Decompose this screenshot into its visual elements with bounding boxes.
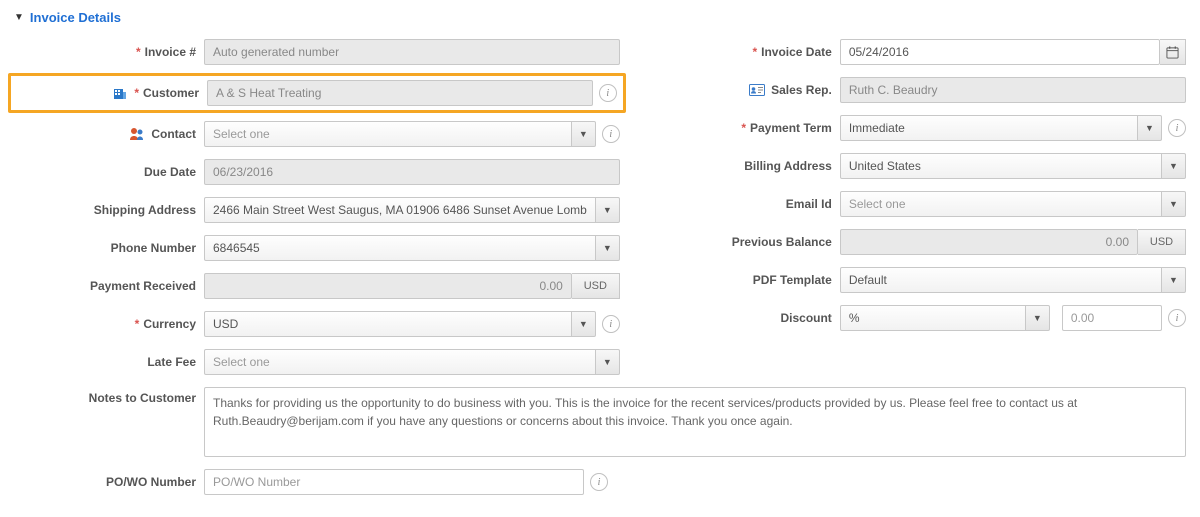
info-icon[interactable]: i	[602, 125, 620, 143]
info-icon[interactable]: i	[602, 315, 620, 333]
sales-rep-field: Ruth C. Beaudry	[840, 77, 1186, 103]
label-late-fee: Late Fee	[14, 355, 204, 369]
dropdown-icon[interactable]: ▼	[572, 311, 596, 337]
customer-field[interactable]: A & S Heat Treating	[207, 80, 593, 106]
row-pdf-template: PDF Template Default ▼	[650, 267, 1186, 293]
label-billing: Billing Address	[650, 159, 840, 173]
info-icon[interactable]: i	[599, 84, 617, 102]
shipping-select[interactable]: 2466 Main Street West Saugus, MA 01906 6…	[204, 197, 620, 223]
row-late-fee: Late Fee Select one ▼	[14, 349, 620, 375]
label-invoice-date: *Invoice Date	[650, 45, 840, 59]
row-prev-balance: Previous Balance 0.00 USD	[650, 229, 1186, 255]
label-due-date: Due Date	[14, 165, 204, 179]
row-email: Email Id Select one ▼	[650, 191, 1186, 217]
row-discount: Discount % ▼ 0.00 i	[650, 305, 1186, 331]
phone-select[interactable]: 6846545 ▼	[204, 235, 620, 261]
id-card-icon	[749, 82, 765, 98]
label-payment-term: *Payment Term	[650, 121, 840, 135]
info-icon[interactable]: i	[1168, 119, 1186, 137]
dropdown-icon[interactable]: ▼	[596, 349, 620, 375]
info-icon[interactable]: i	[1168, 309, 1186, 327]
due-date-field: 06/23/2016	[204, 159, 620, 185]
label-contact: Contact	[14, 126, 204, 142]
row-billing: Billing Address United States ▼	[650, 153, 1186, 179]
row-customer: *Customer A & S Heat Treating i	[17, 80, 617, 106]
row-notes: Notes to Customer Thanks for providing u…	[14, 387, 1186, 457]
label-prev-balance: Previous Balance	[650, 235, 840, 249]
label-notes: Notes to Customer	[14, 387, 204, 405]
row-invoice-date: *Invoice Date 05/24/2016	[650, 39, 1186, 65]
section-title: Invoice Details	[30, 10, 121, 25]
row-due-date: Due Date 06/23/2016	[14, 159, 620, 185]
payment-term-select[interactable]: Immediate ▼	[840, 115, 1162, 141]
billing-select[interactable]: United States ▼	[840, 153, 1186, 179]
contact-select[interactable]: Select one ▼	[204, 121, 596, 147]
row-invoice-no: *Invoice # Auto generated number	[14, 39, 620, 65]
label-customer: *Customer	[17, 85, 207, 101]
label-invoice-no: *Invoice #	[14, 45, 204, 59]
label-pdf-template: PDF Template	[650, 273, 840, 287]
po-field[interactable]: PO/WO Number	[204, 469, 584, 495]
label-payment-received: Payment Received	[14, 279, 204, 293]
email-select[interactable]: Select one ▼	[840, 191, 1186, 217]
dropdown-icon[interactable]: ▼	[1138, 115, 1162, 141]
label-discount: Discount	[650, 311, 840, 325]
row-payment-term: *Payment Term Immediate ▼ i	[650, 115, 1186, 141]
dropdown-icon[interactable]: ▼	[1026, 305, 1050, 331]
building-icon	[112, 85, 128, 101]
payment-received-field: 0.00	[204, 273, 572, 299]
chevron-down-icon: ▼	[14, 12, 24, 23]
calendar-icon[interactable]	[1160, 39, 1186, 65]
currency-unit: USD	[572, 273, 620, 299]
label-shipping: Shipping Address	[14, 203, 204, 217]
info-icon[interactable]: i	[590, 473, 608, 491]
dropdown-icon[interactable]: ▼	[1162, 191, 1186, 217]
dropdown-icon[interactable]: ▼	[572, 121, 596, 147]
row-shipping: Shipping Address 2466 Main Street West S…	[14, 197, 620, 223]
customer-highlight: *Customer A & S Heat Treating i	[8, 73, 626, 113]
label-phone: Phone Number	[14, 241, 204, 255]
invoice-form: *Invoice # Auto generated number *Custom…	[14, 39, 1186, 507]
discount-value-field[interactable]: 0.00	[1062, 305, 1162, 331]
dropdown-icon[interactable]: ▼	[596, 197, 620, 223]
currency-select[interactable]: USD ▼	[204, 311, 596, 337]
row-currency: *Currency USD ▼ i	[14, 311, 620, 337]
section-header[interactable]: ▼ Invoice Details	[14, 10, 1186, 25]
invoice-no-field: Auto generated number	[204, 39, 620, 65]
label-po: PO/WO Number	[14, 475, 204, 489]
people-icon	[129, 126, 145, 142]
dropdown-icon[interactable]: ▼	[1162, 267, 1186, 293]
row-sales-rep: Sales Rep. Ruth C. Beaudry	[650, 77, 1186, 103]
label-email: Email Id	[650, 197, 840, 211]
notes-textarea[interactable]: Thanks for providing us the opportunity …	[204, 387, 1186, 457]
row-payment-received: Payment Received 0.00 USD	[14, 273, 620, 299]
row-contact: Contact Select one ▼ i	[14, 121, 620, 147]
label-currency: *Currency	[14, 317, 204, 331]
label-sales-rep: Sales Rep.	[650, 82, 840, 98]
prev-balance-field: 0.00	[840, 229, 1138, 255]
currency-unit: USD	[1138, 229, 1186, 255]
row-phone: Phone Number 6846545 ▼	[14, 235, 620, 261]
dropdown-icon[interactable]: ▼	[596, 235, 620, 261]
pdf-template-select[interactable]: Default ▼	[840, 267, 1186, 293]
dropdown-icon[interactable]: ▼	[1162, 153, 1186, 179]
invoice-date-field[interactable]: 05/24/2016	[840, 39, 1160, 65]
discount-mode-select[interactable]: % ▼	[840, 305, 1050, 331]
row-po: PO/WO Number PO/WO Number i	[14, 469, 1186, 495]
late-fee-select[interactable]: Select one ▼	[204, 349, 620, 375]
